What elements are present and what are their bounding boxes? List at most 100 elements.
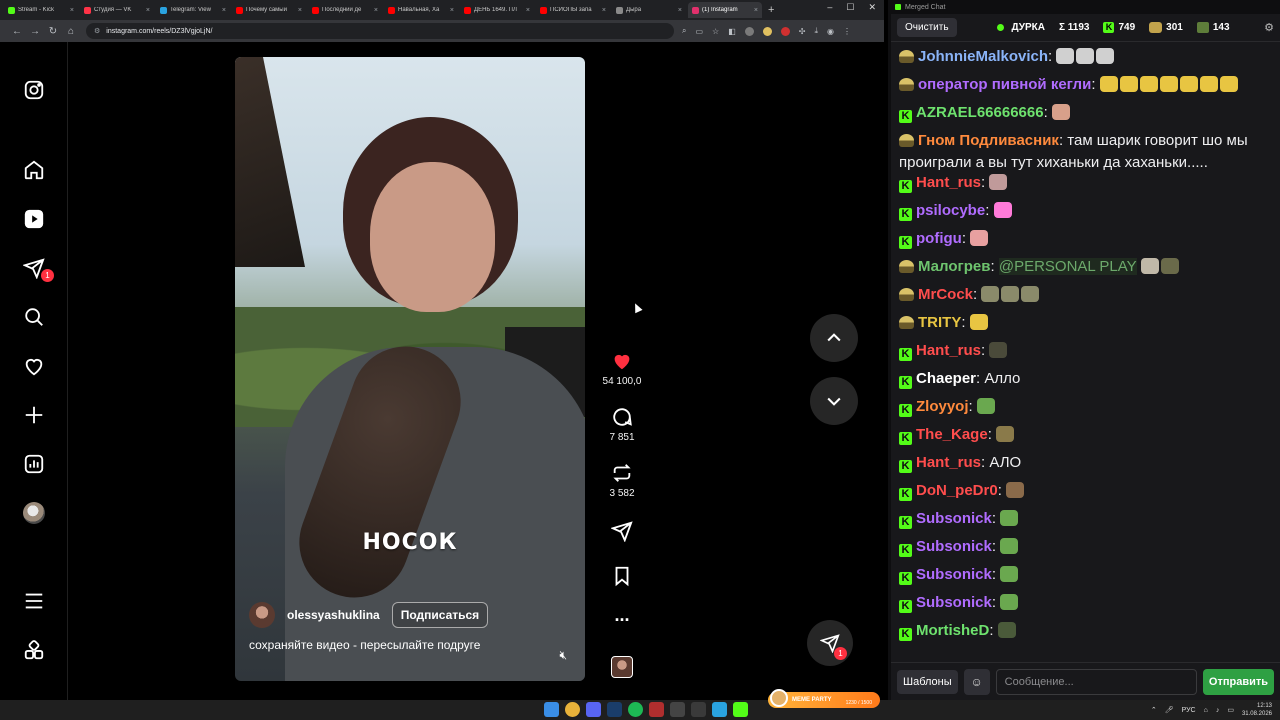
back-icon[interactable]: ← [8,26,26,37]
language-indicator[interactable]: РУС [1182,707,1196,714]
chat-username[interactable]: Hant_rus [916,174,981,191]
browser-tab[interactable]: ДЕНЬ 1649. ПЛ × [460,2,534,18]
extension-icon[interactable]: ◧ [728,27,736,36]
site-info-icon[interactable]: ⚙ [94,27,100,35]
chat-username[interactable]: Малогрев [918,258,991,275]
battery-icon[interactable]: ▭ [1227,706,1234,714]
steam-icon[interactable] [607,702,622,717]
menu-kebab-icon[interactable]: ⋮ [843,27,851,36]
clear-chat-button[interactable]: Очистить [897,18,957,37]
chat-username[interactable]: Subsonick [916,538,992,555]
more-menu-icon[interactable] [22,589,46,613]
chat-username[interactable]: pofigu [916,230,962,247]
reels-icon[interactable] [22,207,46,231]
mute-icon[interactable]: 🔇︎ [559,648,567,663]
tab-close-icon[interactable]: × [222,7,226,14]
forward-icon[interactable]: → [26,26,44,37]
chat-username[interactable]: The_Kage [916,426,988,443]
audio-thumbnail[interactable] [596,656,648,678]
more-options-action[interactable]: ... [596,606,648,624]
chat-username[interactable]: Hant_rus [916,342,981,359]
instagram-logo-icon[interactable] [22,78,46,102]
profile-icon[interactable]: ◉ [827,27,834,36]
follow-button[interactable]: Подписаться [391,602,489,628]
meme-party-widget[interactable]: MEME PARTY 1230 / 1500 [768,689,880,708]
chat-username[interactable]: MortisheD [916,622,989,639]
app-icon[interactable] [649,702,664,717]
repost-action[interactable]: 3 582 [596,462,648,499]
browser-tab[interactable]: Навальная, Ха × [384,2,458,18]
previous-reel-button[interactable] [810,314,858,362]
app-icon[interactable] [670,702,685,717]
browser-tab[interactable]: Студия — VK × [80,2,154,18]
discord-icon[interactable] [586,702,601,717]
chrome-icon[interactable] [565,702,580,717]
home-icon[interactable]: ⌂ [62,26,80,37]
chat-username[interactable]: psilocybe [916,202,985,219]
tab-close-icon[interactable]: × [602,7,606,14]
chat-username[interactable]: TRITY [918,314,961,331]
tab-close-icon[interactable]: × [146,7,150,14]
address-bar[interactable]: ⚙ instagram.com/reels/DZ3lVgjoLjN/ [86,23,674,39]
audio-thumb-image[interactable] [611,656,633,678]
tab-close-icon[interactable]: × [526,7,530,14]
author-username[interactable]: olessyashuklina [287,608,380,622]
telegram-icon[interactable] [712,702,727,717]
new-tab-icon[interactable]: + [768,4,774,16]
chat-username[interactable]: Subsonick [916,566,992,583]
reload-icon[interactable]: ↻ [44,26,62,37]
browser-tab[interactable]: (1) Instagram × [688,2,762,18]
tab-close-icon[interactable]: × [70,7,74,14]
browser-tab[interactable]: Дыра × [612,2,686,18]
dashboard-icon[interactable] [22,452,46,476]
templates-button[interactable]: Шаблоны [897,669,958,694]
save-action[interactable] [596,565,648,587]
heart-filled-icon[interactable] [611,350,633,372]
chat-username[interactable]: MrCock [918,286,973,303]
extension-icon[interactable] [762,26,772,36]
chat-username[interactable]: Subsonick [916,510,992,527]
more-dots-icon[interactable]: ... [614,606,629,624]
messages-icon[interactable]: 1 [22,256,54,282]
chat-username[interactable]: Chaeper [916,370,976,387]
browser-tab[interactable]: Stream - Kick × [4,2,78,18]
close-icon[interactable]: ✕ [868,2,876,13]
share-icon[interactable] [611,520,633,542]
profile-avatar[interactable] [22,501,46,525]
spotify-icon[interactable] [628,702,643,717]
clock[interactable]: 12:13 31.08.2026 [1242,702,1272,718]
chat-username[interactable]: AZRAEL66666666 [916,104,1044,121]
browser-tab[interactable]: Telegram: View × [156,2,230,18]
tab-close-icon[interactable]: × [450,7,454,14]
extensions-puzzle-icon[interactable]: ✣ [799,27,806,36]
merged-chat-taskbar-icon[interactable] [733,702,748,717]
chat-username[interactable]: Hant_rus [916,454,981,471]
chat-mention[interactable]: @PERSONAL PLAY [998,258,1137,275]
browser-tab[interactable]: Последний де × [308,2,382,18]
extension-icon[interactable] [780,26,790,36]
app-icon[interactable] [691,702,706,717]
search-icon[interactable] [22,305,46,329]
chat-message-input[interactable] [995,668,1197,695]
chat-username[interactable]: Subsonick [916,594,992,611]
chat-username[interactable]: Zloyyoj [916,398,969,415]
like-action[interactable]: 54 100,0 [596,350,648,387]
settings-gear-icon[interactable]: ⚙ [1264,21,1274,34]
comment-icon[interactable] [611,406,633,428]
extension-icon[interactable] [744,26,754,36]
downloads-icon[interactable]: ⤓ [814,26,818,36]
chat-username[interactable]: Гном Подливасник [918,132,1059,149]
chat-username[interactable]: DoN_peDr0 [916,482,998,499]
search-page-icon[interactable]: ⌕ [682,26,686,36]
repost-icon[interactable] [611,462,633,484]
emoji-picker-icon[interactable]: ☺ [963,668,990,695]
minimize-icon[interactable]: – [827,2,832,13]
reel-video[interactable]: НОСОК olessyashuklina Подписаться сохран… [235,57,585,681]
author-avatar[interactable] [249,602,275,628]
maximize-icon[interactable]: ☐ [846,2,854,13]
comment-action[interactable]: 7 851 [596,406,648,443]
apps-icon[interactable] [22,638,46,662]
home-icon[interactable] [22,158,46,182]
bookmark-icon[interactable] [611,565,633,587]
tab-close-icon[interactable]: × [678,7,682,14]
